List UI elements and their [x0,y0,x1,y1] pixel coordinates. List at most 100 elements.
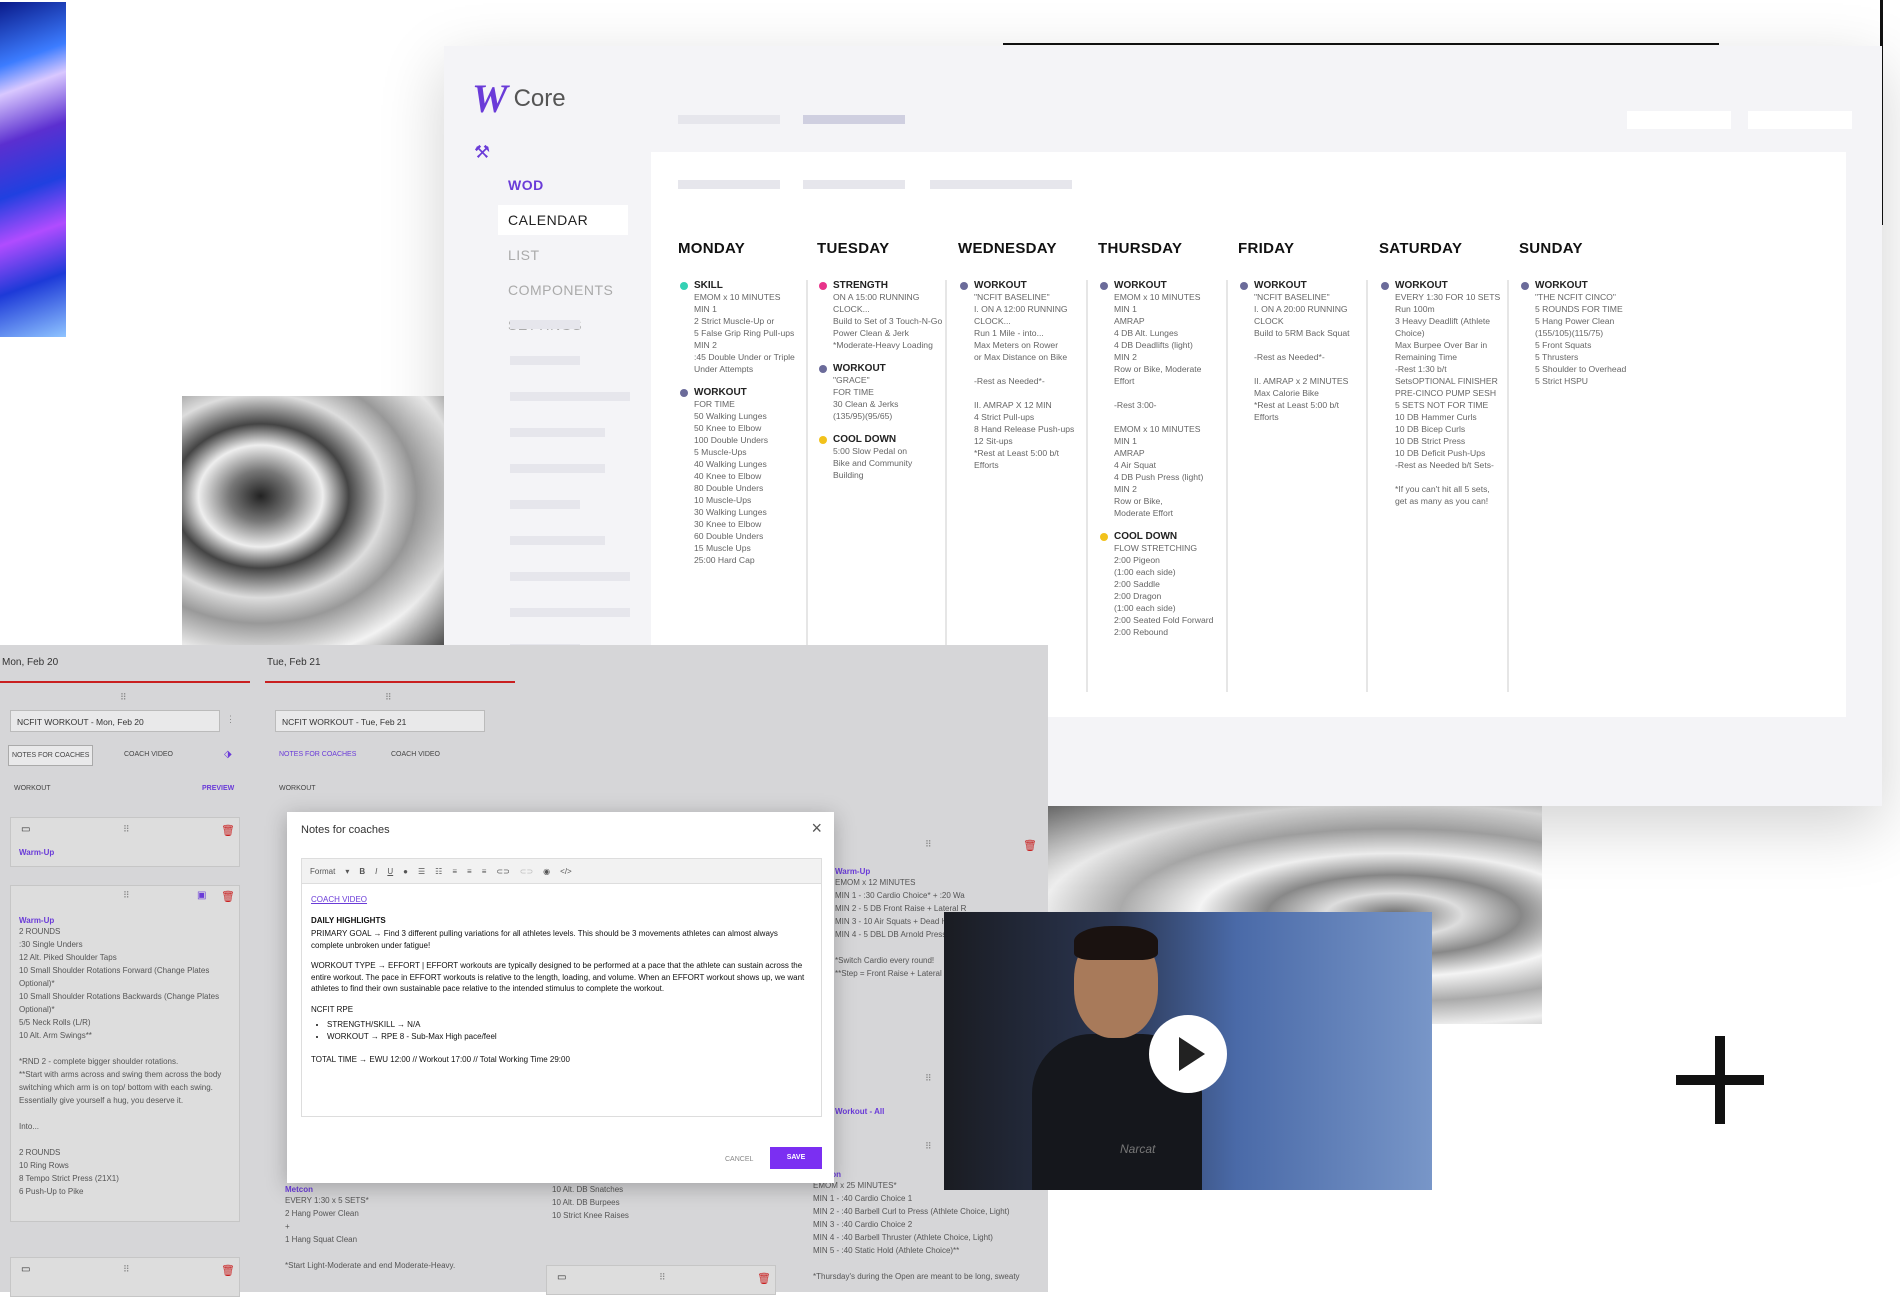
total-time-text: TOTAL TIME → EWU 12:00 // Workout 17:00 … [311,1055,570,1064]
trash-icon[interactable]: 🗑 [221,824,235,837]
shirt-logo: Narcat [1120,1142,1156,1156]
logo-mark: W [472,76,508,121]
workout-card[interactable]: ▭ ⠿ 🗑 [546,1265,776,1295]
drag-handle-icon[interactable]: ⠿ [120,692,127,703]
card-body: EMOM x 25 MINUTES* MIN 1 - :40 Cardio Cho… [813,1181,1020,1281]
code-icon[interactable]: </> [560,867,572,876]
header-button-placeholder[interactable] [1627,111,1731,129]
filter-placeholder-2[interactable] [803,180,905,189]
block-header: WORKOUT [1100,280,1226,291]
workout-block[interactable]: WORKOUT EMOM x 10 MINUTES MIN 1 AMRAP 4 DB A… [1100,280,1226,519]
card-body: 2 ROUNDS:30 Single Unders 12 Alt. Piked S… [19,927,222,1196]
block-body: "NCFIT BASELINE" I. ON A 12:00 RUNNING CLO… [974,292,1075,470]
workout-block[interactable]: WORKOUT "GRACE" FOR TIME 30 Clean & Jerks (1… [819,363,945,422]
workout-block[interactable]: STRENGTH ON A 15:00 RUNNING CLOCK... Build … [819,280,945,351]
notes-modal: Notes for coaches × Format ▾ B I U ● ☰ ☷… [287,812,834,1183]
block-title: WORKOUT [974,280,1027,291]
block-body: "GRACE" FOR TIME 30 Clean & Jerks (135/95)(… [833,375,899,421]
plus-icon [1670,1030,1770,1130]
unlink-icon[interactable]: ⊂⊃ [520,867,533,876]
more-menu-icon[interactable]: ⋮ [226,714,235,725]
bullet-list-icon[interactable]: ☰ [418,867,425,876]
nav-item-calendar[interactable]: CALENDAR [498,205,628,235]
block-title: WORKOUT [1114,280,1167,291]
trash-icon[interactable]: 🗑 [757,1272,771,1285]
drag-handle-icon[interactable]: ⠿ [123,824,130,835]
drag-handle-icon[interactable]: ⠿ [123,890,130,901]
underline-button[interactable]: U [387,867,393,876]
category-dot-icon [1100,532,1108,541]
close-icon[interactable]: × [811,818,822,839]
workout-name-input[interactable]: NCFIT WORKOUT - Mon, Feb 20 [10,710,220,732]
trash-icon[interactable]: 🗑 [221,890,235,903]
card-title: Warm-Up [835,867,871,876]
cancel-button[interactable]: CANCEL [725,1156,753,1163]
block-body: "THE NCFIT CINCO" 5 ROUNDS FOR TIME 5 Hang… [1535,292,1627,386]
drag-handle-icon[interactable]: ⠿ [123,1264,130,1275]
drag-handle-icon[interactable]: ⠿ [925,839,932,850]
coach-video-link[interactable]: COACH VIDEO [311,895,367,904]
color-icon[interactable]: ● [403,867,408,876]
align-right-icon[interactable]: ≡ [482,867,487,876]
column-date: Tue, Feb 21 [267,657,321,668]
tab-coach-video[interactable]: COACH VIDEO [391,751,440,758]
workout-card[interactable]: ▭ ⠿ 🗑 [10,1257,240,1297]
block-title: SKILL [694,280,723,291]
numbered-list-icon[interactable]: ☷ [435,867,442,876]
workout-card[interactable]: ▭ ⠿ 🗑 Warm-Up [10,817,240,867]
rpe-item: WORKOUT → RPE 8 - Sub-Max High pace/feel [327,1031,812,1043]
marble-texture-image [182,396,444,646]
tab-placeholder[interactable] [678,115,780,124]
editor-toolbar: Format ▾ B I U ● ☰ ☷ ≡ ≡ ≡ ⊂⊃ ⊂⊃ ◉ </> [301,858,822,884]
tab-notes-for-coaches[interactable]: NOTES FOR COACHES [8,745,94,766]
trash-icon[interactable]: 🗑 [1023,839,1037,852]
app-logo[interactable]: W Core [472,75,566,122]
video-embed-icon[interactable]: ◉ [543,867,550,876]
nav-item-wod[interactable]: WOD [498,170,628,200]
align-left-icon[interactable]: ≡ [452,867,457,876]
tab-notes-for-coaches[interactable]: NOTES FOR COACHES [279,751,356,758]
trash-icon[interactable]: 🗑 [221,1264,235,1277]
drag-handle-icon[interactable]: ⠿ [925,1141,932,1152]
workout-name-input[interactable]: NCFIT WORKOUT - Tue, Feb 21 [275,710,485,732]
align-center-icon[interactable]: ≡ [467,867,472,876]
nav-item-list[interactable]: LIST [498,240,628,270]
day-column: WORKOUT "NCFIT BASELINE" I. ON A 20:00 RUN… [1240,280,1368,692]
metcon-card[interactable]: Metcon EVERY 1:30 x 5 SETS* 2 Hang Power … [285,1185,515,1272]
coach-video-player[interactable]: Narcat [944,912,1432,1190]
workout-block[interactable]: WORKOUT "THE NCFIT CINCO" 5 ROUNDS FOR TIM… [1521,280,1651,387]
link-icon[interactable]: ⊂⊃ [496,867,509,876]
workout-block[interactable]: WORKOUT FOR TIME 50 Walking Lunges 50 Knee … [680,387,806,566]
tag-icon[interactable]: ⬗ [224,749,232,760]
tab-coach-video[interactable]: COACH VIDEO [124,751,173,758]
workout-card[interactable]: ⠿ ▣ 🗑 Warm-Up 2 ROUNDS:30 Single Unders 1… [10,885,240,1222]
drag-handle-icon[interactable]: ⠿ [659,1272,666,1283]
preview-link[interactable]: PREVIEW [202,785,234,792]
day-column: SKILL EMOM x 10 MINUTES MIN 12 Strict Musc… [680,280,808,692]
save-icon[interactable]: ▣ [197,890,206,901]
filter-placeholder[interactable] [678,180,780,189]
chevron-down-icon[interactable]: ▾ [345,867,349,876]
workout-block[interactable]: WORKOUT "NCFIT BASELINE" I. ON A 12:00 RUN… [960,280,1086,471]
column-divider [0,681,250,683]
play-icon[interactable] [1149,1015,1227,1093]
bold-button[interactable]: B [359,867,365,876]
nav-item-components[interactable]: COMPONENTS [498,275,628,305]
drag-handle-icon[interactable]: ⠿ [385,692,392,703]
dumbbell-icon: ⚒ [474,142,491,162]
save-button[interactable]: SAVE [770,1147,822,1169]
tab-placeholder-active[interactable] [803,115,905,124]
workout-block[interactable]: COOL DOWN 5:00 Slow Pedal on Bike and Comm… [819,434,945,481]
day-header-sunday: SUNDAY [1519,240,1583,257]
drag-handle-icon[interactable]: ⠿ [925,1073,932,1084]
workout-block[interactable]: COOL DOWN FLOW STRETCHING 2:00 Pigeon (1:00… [1100,531,1226,638]
format-select[interactable]: Format [310,867,335,876]
workout-block[interactable]: WORKOUT "NCFIT BASELINE" I. ON A 20:00 RUN… [1240,280,1366,423]
italic-button[interactable]: I [375,867,377,876]
workout-block[interactable]: WORKOUT EVERY 1:30 FOR 10 SETS Run 100m 3 H… [1381,280,1507,507]
notes-editor-body[interactable]: COACH VIDEO DAILY HIGHLIGHTS PRIMARY GOA… [301,884,822,1117]
header-button-placeholder-2[interactable] [1748,111,1852,129]
workout-block[interactable]: SKILL EMOM x 10 MINUTES MIN 12 Strict Musc… [680,280,806,375]
primary-goal-text: PRIMARY GOAL → Find 3 different pulling … [311,929,778,950]
filter-placeholder-3[interactable] [930,180,1072,189]
